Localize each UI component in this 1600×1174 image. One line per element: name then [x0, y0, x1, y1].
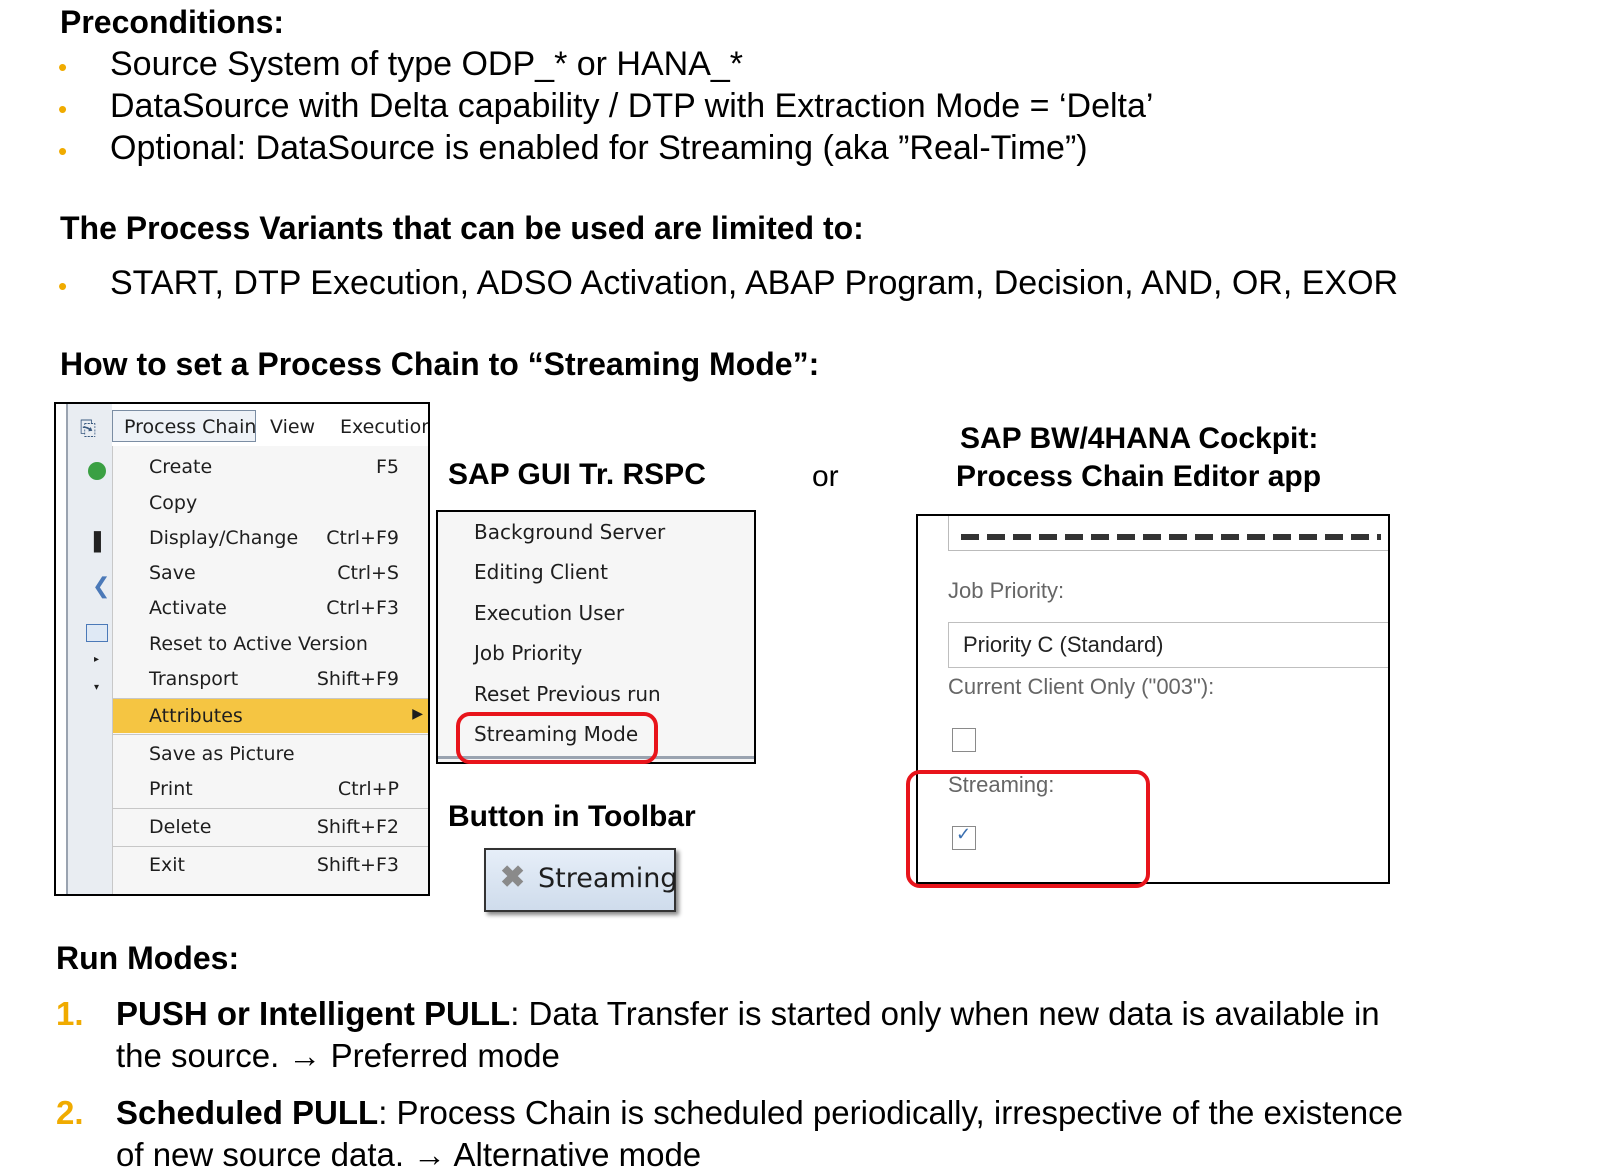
job-priority-label: Job Priority: — [948, 578, 1065, 603]
menu-item-print[interactable]: Print Ctrl+P — [113, 772, 428, 806]
menu-item-shortcut: Shift+F2 — [316, 816, 399, 838]
menu-separator — [113, 846, 428, 847]
bullet-icon: • — [58, 271, 68, 301]
menu-item-label: Delete — [149, 816, 212, 838]
menu-item-label: Save — [149, 562, 196, 584]
menu-item-label: Copy — [149, 492, 198, 514]
menu-item-label: Reset to Active Version — [149, 633, 368, 655]
menu-item-shortcut: Ctrl+S — [337, 562, 399, 584]
job-priority-value: Priority C (Standard) — [963, 632, 1164, 657]
cut-off-text — [961, 534, 1381, 540]
run-mode-number: 2. — [56, 1094, 84, 1131]
preconditions-heading: Preconditions: — [60, 4, 285, 40]
expand-arrow-icon[interactable]: ▸ — [94, 654, 99, 665]
menu-item-reset-active-version[interactable]: Reset to Active Version — [113, 627, 428, 661]
menu-item-label: Attributes — [149, 705, 243, 727]
execution-user-field-cut — [948, 516, 1388, 551]
menu-item-label: Transport — [149, 668, 239, 690]
streaming-mode-highlight — [456, 712, 658, 764]
cockpit-title-line2: Process Chain Editor app — [956, 460, 1322, 493]
menu-item-shortcut: Ctrl+P — [337, 778, 399, 800]
menu-process-chain[interactable]: Process Chain — [124, 416, 256, 438]
menu-item-label: Activate — [149, 597, 227, 619]
precondition-item: Source System of type ODP_* or HANA_* — [110, 45, 744, 83]
cockpit-title-line1: SAP BW/4HANA Cockpit: — [960, 422, 1319, 455]
menu-item-activate[interactable]: Activate Ctrl+F3 — [113, 591, 428, 625]
run-mode-title: PUSH or Intelligent PULL — [116, 995, 511, 1032]
bullet-icon: • — [58, 136, 68, 166]
submenu-job-priority[interactable]: Job Priority — [474, 641, 582, 665]
menu-item-shortcut: Ctrl+F3 — [326, 597, 399, 619]
menu-item-exit[interactable]: Exit Shift+F3 — [113, 848, 428, 882]
menu-item-label: Save as Picture — [149, 743, 295, 765]
sap-gui-title: SAP GUI Tr. RSPC — [448, 458, 706, 491]
filter-icon[interactable] — [86, 624, 108, 642]
run-mode-item-2: Scheduled PULL: Process Chain is schedul… — [116, 1094, 1403, 1132]
sap-gui-menu-screenshot: ⎘ ▌ ❮ ▸ ▾ Process Chain View Execution C… — [54, 402, 430, 896]
menu-item-label: Display/Change — [149, 527, 299, 549]
bullet-icon: • — [58, 52, 68, 82]
streaming-button-label: Streaming — [538, 863, 678, 894]
menu-item-transport[interactable]: Transport Shift+F9 — [113, 662, 428, 696]
how-to-heading: How to set a Process Chain to “Streaming… — [60, 346, 820, 382]
toolbar-heading: Button in Toolbar — [448, 800, 696, 833]
menu-separator — [113, 734, 428, 735]
run-mode-number: 1. — [56, 995, 84, 1032]
menu-view[interactable]: View — [270, 416, 315, 438]
job-priority-select[interactable]: Priority C (Standard) — [948, 622, 1388, 668]
run-mode-text-line2: the source. → Preferred mode — [116, 1037, 560, 1074]
streaming-x-icon: ✖ — [500, 861, 526, 894]
run-mode-text: : Data Transfer is started only when new… — [510, 995, 1380, 1032]
run-mode-title: Scheduled PULL — [116, 1094, 379, 1131]
menu-item-save[interactable]: Save Ctrl+S — [113, 556, 428, 590]
menu-item-shortcut: Shift+F9 — [316, 668, 399, 690]
precondition-item: DataSource with Delta capability / DTP w… — [110, 87, 1154, 125]
bullet-icon: • — [58, 94, 68, 124]
menu-item-save-as-picture[interactable]: Save as Picture — [113, 737, 428, 771]
menu-item-create[interactable]: Create F5 — [113, 450, 428, 484]
current-client-label: Current Client Only ("003"): — [948, 674, 1215, 699]
menu-item-label: Print — [149, 778, 193, 800]
process-chain-dropdown: Create F5 Copy Display/Change Ctrl+F9 Save… — [112, 446, 428, 894]
menu-item-delete[interactable]: Delete Shift+F2 — [113, 810, 428, 844]
menu-separator — [113, 808, 428, 809]
submenu-arrow-icon: ▶ — [412, 706, 423, 722]
submenu-execution-user[interactable]: Execution User — [474, 601, 624, 625]
streaming-toolbar-button[interactable]: ✖ Streaming — [484, 848, 678, 912]
streaming-checkbox-highlight — [906, 770, 1150, 888]
run-modes-heading: Run Modes: — [56, 940, 240, 976]
menu-item-shortcut: F5 — [375, 456, 399, 478]
collapse-arrow-icon[interactable]: ▾ — [94, 682, 99, 693]
menu-item-label: Exit — [149, 854, 185, 876]
menu-item-copy[interactable]: Copy — [113, 486, 428, 520]
variant-item: START, DTP Execution, ADSO Activation, A… — [110, 264, 1399, 302]
run-mode-item-1: PUSH or Intelligent PULL: Data Transfer … — [116, 995, 1380, 1033]
run-mode-text: : Process Chain is scheduled periodicall… — [378, 1094, 1403, 1131]
submenu-reset-previous-run[interactable]: Reset Previous run — [474, 682, 661, 706]
current-client-checkbox[interactable] — [952, 728, 976, 752]
or-text: or — [812, 460, 839, 493]
window-menu-icon[interactable]: ⎘ — [80, 416, 96, 440]
menu-item-attributes[interactable]: Attributes ▶ — [113, 699, 428, 733]
menu-item-shortcut: Shift+F3 — [316, 854, 399, 876]
toolbar-icon: ▌ — [94, 532, 108, 553]
variants-heading: The Process Variants that can be used ar… — [60, 210, 864, 246]
menu-item-label: Create — [149, 456, 213, 478]
submenu-editing-client[interactable]: Editing Client — [474, 560, 608, 584]
run-mode-text-line2: of new source data. → Alternative mode — [116, 1136, 702, 1173]
menu-item-shortcut: Ctrl+F9 — [326, 527, 399, 549]
menu-execution[interactable]: Execution — [340, 416, 428, 438]
precondition-item: Optional: DataSource is enabled for Stre… — [110, 129, 1088, 167]
menu-item-display-change[interactable]: Display/Change Ctrl+F9 — [113, 521, 428, 555]
status-green-icon — [88, 462, 106, 480]
submenu-background-server[interactable]: Background Server — [474, 520, 665, 544]
back-arrow-icon[interactable]: ❮ — [92, 574, 110, 599]
